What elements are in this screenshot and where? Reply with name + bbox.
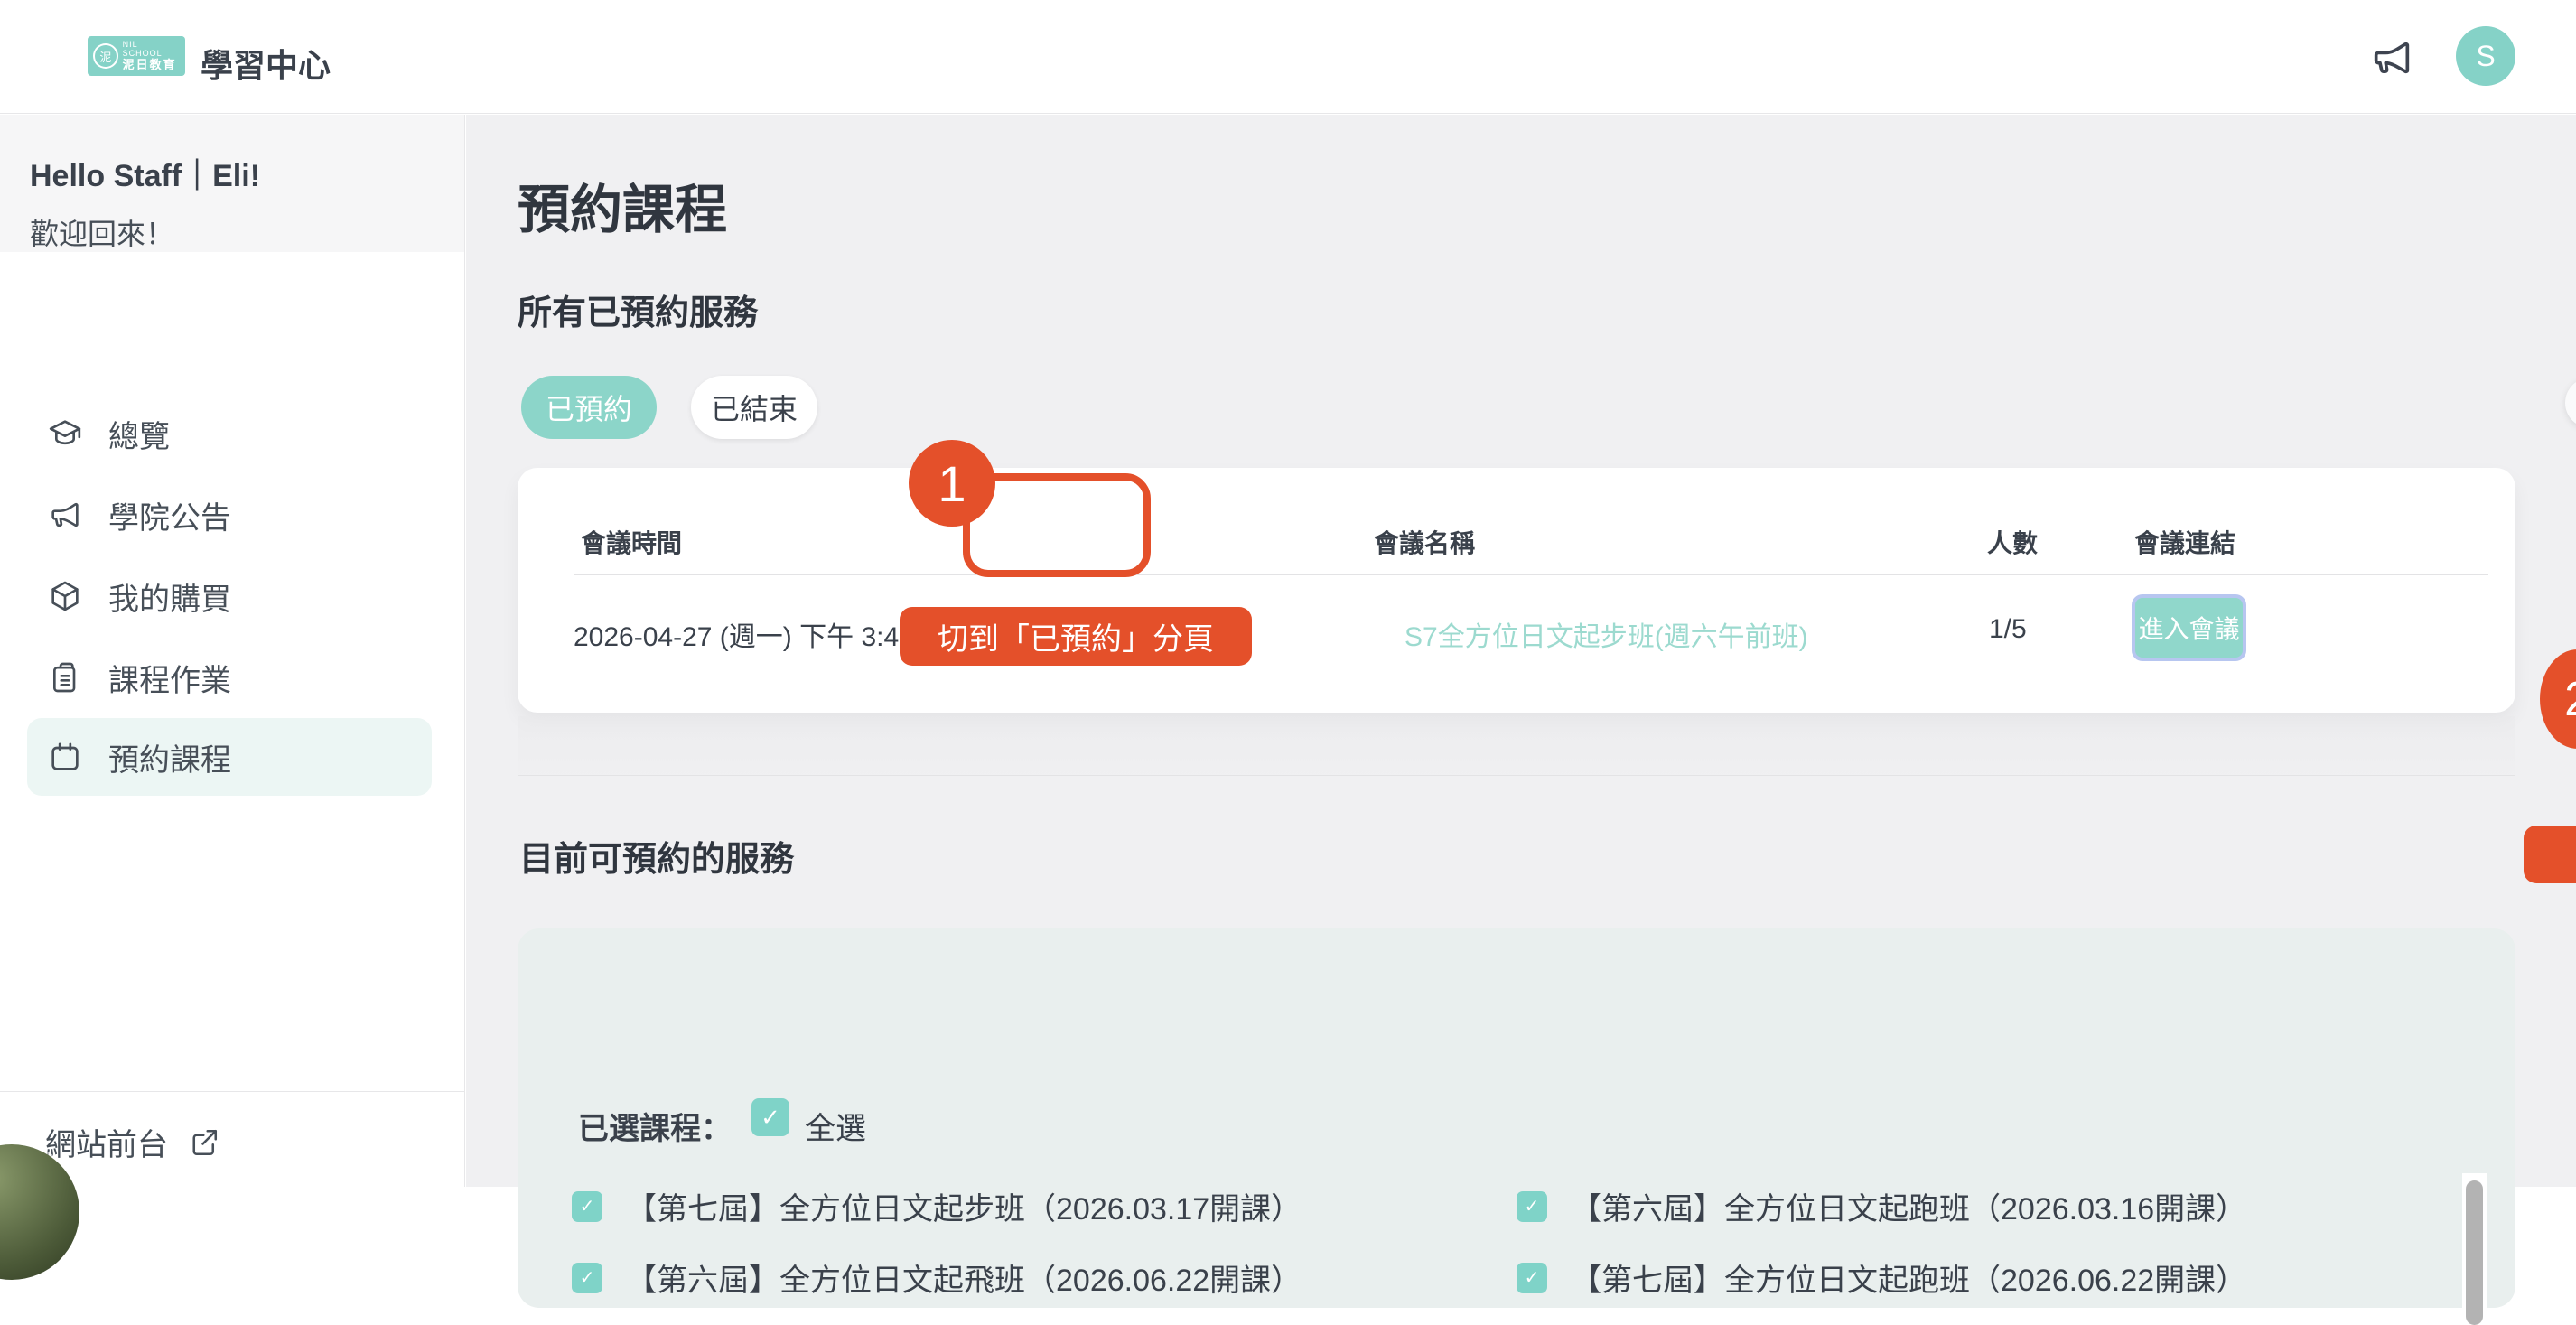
course-checkbox[interactable]: ✓ [1517,1263,1547,1293]
annotation-step2-number: 2 [2540,649,2576,749]
front-site-label: 網站前台 [45,1120,168,1164]
edge-floating-button[interactable] [2565,378,2576,428]
sidebar-item-purchases[interactable]: 我的購買 [27,557,432,635]
top-bar: 泥 NIL SCHOOL 泥日教育 學習中心 S [0,0,2576,114]
course-item: ✓ 【第六屆】全方位日文起飛班（2026.06.22開課） [572,1255,1302,1300]
greeting-welcome: 歡迎回來！ [30,211,464,253]
graduation-cap-icon [47,415,83,452]
course-checkbox[interactable]: ✓ [572,1263,602,1293]
booked-meetings-card: 會議時間 會議名稱 人數 會議連結 2026-04-27 (週一) 下午 3:4… [518,468,2515,713]
sidebar-item-overview[interactable]: 總覽 [27,395,432,472]
sidebar-item-label: 我的購買 [108,574,231,619]
sidebar-item-label: 總覽 [108,412,170,456]
sidebar-item-label: 課程作業 [108,656,231,700]
course-item: ✓ 【第七屆】全方位日文起跑班（2026.06.22開課） [1517,1255,2246,1300]
sidebar-item-assignments[interactable]: 課程作業 [27,639,432,716]
available-services-card: 已選課程： ✓ 全選 ✓ 【第七屆】全方位日文起步班（2026.03.17開課）… [518,928,2515,1308]
course-label: 【第七屆】全方位日文起步班（2026.03.17開課） [626,1184,1302,1228]
section-title-booked: 所有已預約服務 [518,285,758,334]
col-header-meeting-time: 會議時間 [581,524,682,560]
col-header-count: 人數 [1987,524,2038,560]
table-header-divider [574,574,2488,575]
sidebar-item-booked-courses[interactable]: 預約課程 [27,718,432,796]
course-checkbox[interactable]: ✓ [572,1191,602,1222]
chat-widget-bubble[interactable] [0,1144,79,1280]
user-avatar[interactable]: S [2456,26,2515,86]
brand-logo[interactable]: 泥 NIL SCHOOL 泥日教育 [88,36,185,76]
meeting-name-link[interactable]: S7全方位日文起步班(週六午前班) [1405,614,1808,654]
section-separator-shade [518,716,2515,775]
page-title: 預約課程 [518,167,727,243]
notifications-megaphone-icon[interactable] [2368,34,2415,81]
sidebar: Hello Staff｜Eli! 歡迎回來！ 總覽 學院公告 我的購買 [0,115,465,1187]
course-label: 【第七屆】全方位日文起跑班（2026.06.22開課） [1571,1255,2246,1300]
select-all-label: 全選 [805,1104,866,1148]
tab-ended[interactable]: 已結束 [691,376,817,439]
cube-icon [47,578,83,614]
tab-booked[interactable]: 已預約 [521,376,657,439]
brand-text: NIL SCHOOL 泥日教育 [123,41,180,71]
count-cell: 1/5 [1989,614,2027,645]
sidebar-item-label: 學院公告 [108,493,231,537]
select-all-checkbox[interactable]: ✓ [751,1098,789,1136]
calendar-icon [47,739,83,775]
sidebar-footer-divider [0,1091,464,1092]
annotation-step1-label: 切到「已預約」分頁 [900,607,1252,666]
sidebar-item-label: 預約課程 [108,735,231,779]
external-link-icon [188,1126,220,1159]
selected-courses-label: 已選課程： [578,1104,732,1148]
greeting-name: Hello Staff｜Eli! [30,151,464,195]
annotation-step2-label: 上課時間到，點此進入 [2524,826,2576,883]
front-site-link[interactable]: 網站前台 [45,1120,220,1164]
join-meeting-button[interactable]: 進入會議 [2132,594,2246,661]
course-checkbox[interactable]: ✓ [1517,1191,1547,1222]
sidebar-greeting: Hello Staff｜Eli! 歡迎回來！ [0,115,464,252]
section-title-available: 目前可預約的服務 [519,831,794,881]
section-separator-line [518,775,2515,776]
megaphone-icon [47,497,83,533]
course-item: ✓ 【第六屆】全方位日文起跑班（2026.03.16開課） [1517,1184,2246,1228]
card-scrollbar-track[interactable] [2462,1173,2487,1308]
course-item: ✓ 【第七屆】全方位日文起步班（2026.03.17開課） [572,1184,1302,1228]
annotation-step1-number: 1 [909,440,995,527]
sidebar-item-announcements[interactable]: 學院公告 [27,476,432,554]
col-header-meeting-name: 會議名稱 [1374,524,1475,560]
course-label: 【第六屆】全方位日文起跑班（2026.03.16開課） [1571,1184,2246,1228]
clipboard-icon [47,659,83,695]
main-content: 預約課程 所有已預約服務 已預約 已結束 會議時間 會議名稱 人數 會議連結 2… [466,115,2576,1187]
card-scrollbar-thumb[interactable] [2466,1180,2483,1325]
course-label: 【第六屆】全方位日文起飛班（2026.06.22開課） [626,1255,1302,1300]
col-header-meeting-link: 會議連結 [2134,524,2235,560]
brand-seal-icon: 泥 [93,43,118,69]
app-title: 學習中心 [201,40,331,87]
